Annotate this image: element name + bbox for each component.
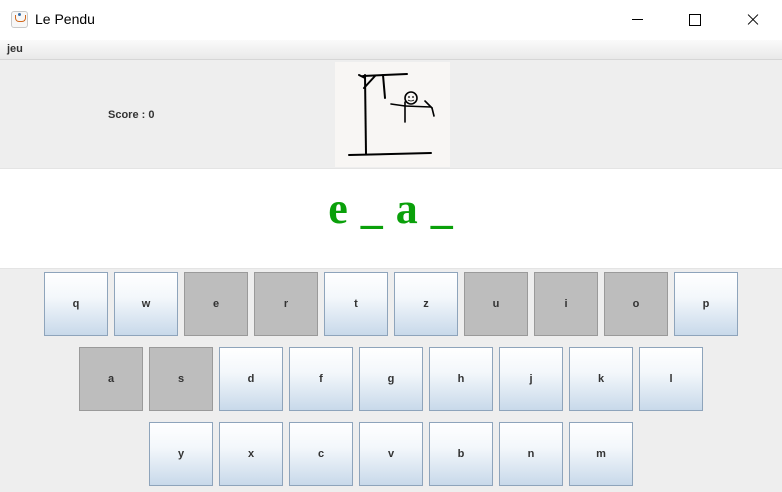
maximize-button[interactable] [666,0,722,40]
word-panel: e _ a _ [0,168,782,269]
key-m-button[interactable]: m [569,422,633,486]
key-g-button[interactable]: g [359,347,423,411]
key-t-button[interactable]: t [324,272,388,336]
key-d-button[interactable]: d [219,347,283,411]
java-app-icon [11,11,28,28]
close-button[interactable] [725,0,781,40]
key-y-button[interactable]: y [149,422,213,486]
key-b-button[interactable]: b [429,422,493,486]
hangman-drawing [335,62,450,167]
key-c-button[interactable]: c [289,422,353,486]
key-f-button[interactable]: f [289,347,353,411]
key-u-button[interactable]: u [464,272,528,336]
key-a-button[interactable]: a [79,347,143,411]
key-z-button[interactable]: z [394,272,458,336]
menu-jeu[interactable]: jeu [7,43,23,55]
key-h-button[interactable]: h [429,347,493,411]
key-i-button[interactable]: i [534,272,598,336]
key-s-button[interactable]: s [149,347,213,411]
key-l-button[interactable]: l [639,347,703,411]
hidden-word: e _ a _ [328,184,454,233]
gallows-icon [348,73,435,156]
key-r-button[interactable]: r [254,272,318,336]
minimize-button[interactable] [609,0,665,40]
title-bar: Le Pendu [0,0,782,40]
key-v-button[interactable]: v [359,422,423,486]
key-p-button[interactable]: p [674,272,738,336]
key-n-button[interactable]: n [499,422,563,486]
key-q-button[interactable]: q [44,272,108,336]
key-x-button[interactable]: x [219,422,283,486]
top-panel: Score : 0 [0,60,782,167]
key-k-button[interactable]: k [569,347,633,411]
key-o-button[interactable]: o [604,272,668,336]
menu-bar: jeu [0,40,782,60]
key-j-button[interactable]: j [499,347,563,411]
key-w-button[interactable]: w [114,272,178,336]
key-e-button[interactable]: e [184,272,248,336]
window-title: Le Pendu [35,11,95,27]
score-label: Score : 0 [108,109,155,121]
